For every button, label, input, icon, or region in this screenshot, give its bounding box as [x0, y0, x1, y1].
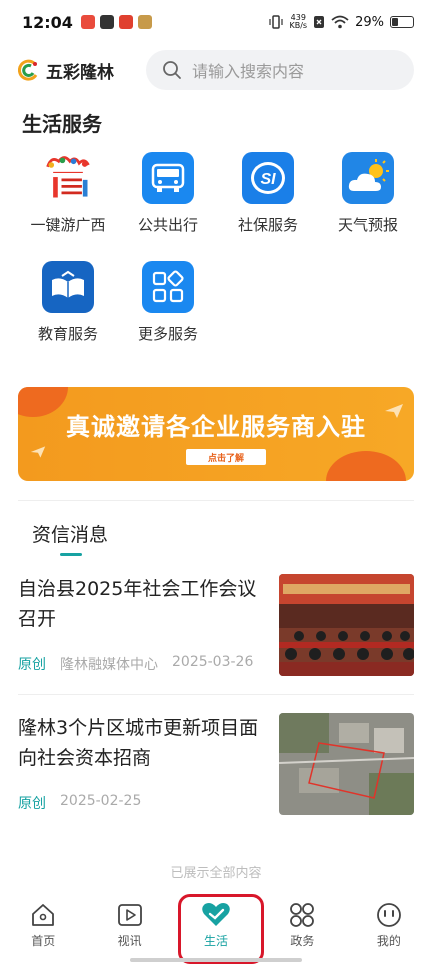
wifi-icon: [331, 15, 349, 29]
banner-title: 真诚邀请各企业服务商入驻: [66, 413, 366, 441]
paper-plane-icon: [30, 446, 46, 458]
news-section-title: 资信消息: [32, 524, 109, 546]
search-icon: [163, 61, 181, 79]
news-meta: 原创 2025-02-25: [18, 793, 141, 813]
tab-government[interactable]: 政务: [259, 892, 345, 964]
news-thumbnail-aerial: [279, 713, 414, 815]
banner-decoration: [326, 451, 406, 481]
home-indicator: [130, 958, 302, 962]
banner-button[interactable]: 点击了解: [186, 449, 266, 465]
news-meta: 原创 隆林融媒体中心 2025-03-26: [18, 654, 253, 674]
service-weather[interactable]: 天气预报: [318, 152, 418, 235]
service-education[interactable]: 教育服务: [18, 261, 118, 344]
news-thumbnail-meeting: [279, 574, 414, 676]
news-tag: 原创: [18, 657, 46, 673]
tab-mine[interactable]: 我的: [346, 892, 432, 964]
service-label: 更多服务: [137, 325, 198, 343]
battery-percent: 29%: [355, 14, 384, 30]
service-transit[interactable]: 公共出行: [118, 152, 218, 235]
app-notification-icon: [80, 15, 95, 29]
open-book-icon: [42, 261, 94, 313]
tab-label: 首页: [31, 934, 56, 948]
service-label: 天气预报: [337, 216, 398, 234]
vibrate-icon: [269, 15, 284, 29]
header: 五彩隆林 请输入搜索内容: [0, 48, 432, 92]
tab-label: 我的: [376, 934, 401, 948]
status-time: 12:04: [22, 12, 73, 32]
service-label: 社保服务: [237, 216, 298, 234]
app-notification-icon: [99, 15, 114, 29]
news-item[interactable]: 隆林3个片区城市更新项目面向社会资本招商 原创 2025-02-25: [18, 713, 414, 817]
app-logo[interactable]: 五彩隆林: [18, 58, 136, 83]
clover-grid-icon: [290, 903, 315, 927]
news-headline: 自治县2025年社会工作会议召开: [18, 578, 257, 630]
news-tag: 原创: [18, 796, 46, 812]
service-more[interactable]: 更多服务: [118, 261, 218, 344]
tab-label: 政务: [290, 934, 315, 948]
end-of-list-text: 已展示全部内容: [170, 866, 262, 881]
services-grid: 一键游广西 公共出行 SI 社保服务 天气预报 教育服务 更多服务: [18, 152, 418, 344]
news-title-underline: [60, 553, 82, 556]
battery-icon: [390, 16, 414, 28]
divider: [18, 694, 414, 695]
news-source: 隆林融媒体中心: [60, 657, 158, 673]
divider: [18, 500, 414, 501]
search-placeholder: 请输入搜索内容: [192, 62, 305, 81]
bus-icon: [142, 152, 194, 204]
service-label: 一键游广西: [30, 216, 106, 234]
smiley-face-icon: [376, 903, 401, 927]
news-item[interactable]: 自治县2025年社会工作会议召开 原创 隆林融媒体中心 2025-03-26: [18, 574, 414, 678]
app-name: 五彩隆林: [46, 62, 114, 83]
tab-home[interactable]: 首页: [0, 892, 86, 964]
search-input[interactable]: 请输入搜索内容: [146, 50, 414, 90]
tourism-logo-icon: [42, 152, 94, 204]
net-speed: 439 KB/s: [289, 14, 307, 30]
net-speed-unit: KB/s: [289, 21, 308, 30]
status-bar: 12:04 439 KB/s 29%: [0, 0, 432, 44]
weather-icon: [342, 152, 394, 204]
news-date: 2025-03-26: [172, 654, 254, 670]
video-play-icon: [117, 904, 142, 926]
service-tourism[interactable]: 一键游广西: [18, 152, 118, 235]
sim-icon: [314, 16, 325, 28]
notification-icons: [80, 15, 152, 29]
service-social-security[interactable]: SI 社保服务: [218, 152, 318, 235]
service-label: 教育服务: [37, 325, 98, 343]
grid-more-icon: [142, 261, 194, 313]
tab-label: 视讯: [117, 934, 142, 948]
social-security-icon: SI: [242, 152, 294, 204]
home-icon: [32, 904, 55, 926]
app-notification-icon: [118, 15, 133, 29]
app-notification-icon: [137, 15, 152, 29]
news-date: 2025-02-25: [60, 793, 142, 809]
logo-mark-icon: [18, 59, 38, 81]
service-label: 公共出行: [137, 216, 198, 234]
services-title: 生活服务: [22, 112, 102, 136]
highlight-annotation: [178, 894, 264, 964]
tab-video[interactable]: 视讯: [86, 892, 172, 964]
promo-banner[interactable]: 真诚邀请各企业服务商入驻 点击了解: [18, 387, 414, 481]
news-headline: 隆林3个片区城市更新项目面向社会资本招商: [18, 717, 259, 769]
svg-text:SI: SI: [260, 171, 276, 188]
